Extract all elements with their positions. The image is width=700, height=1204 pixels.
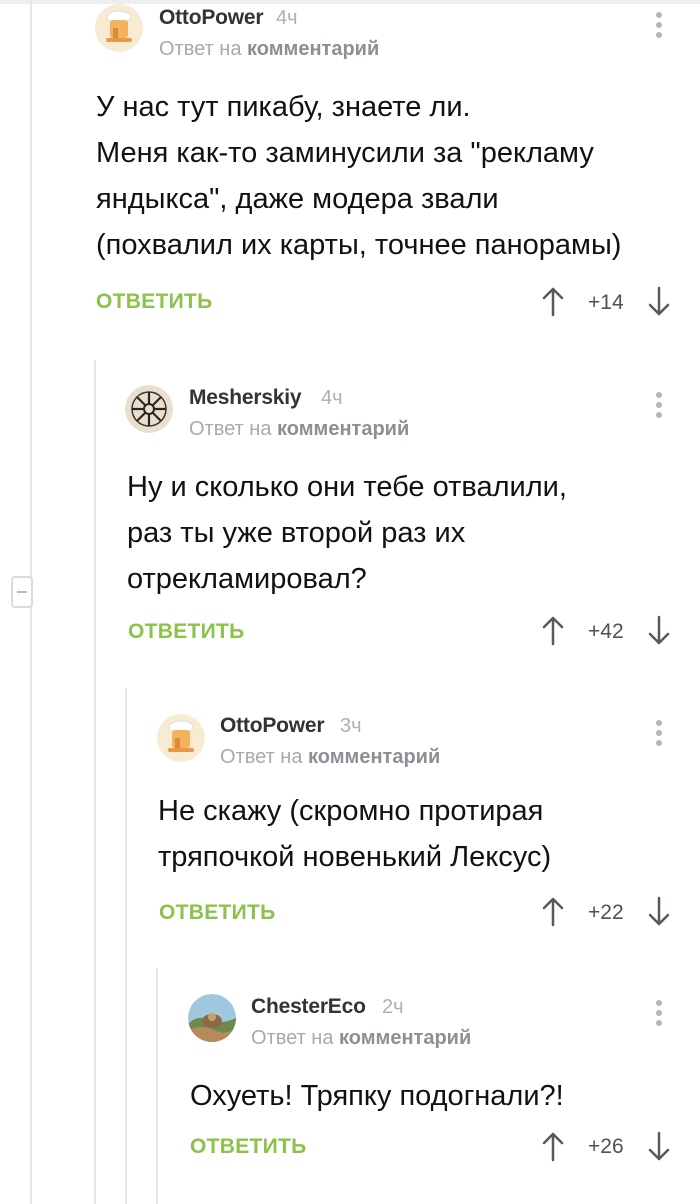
comment-text-line: раз ты уже второй раз их [127,517,466,549]
rune-symbol-avatar-icon[interactable] [125,385,173,433]
reply-to-prefix: Ответ на [159,38,242,60]
comment-text-line: Не скажу (скромно протирая [158,795,544,827]
downvote-arrow-icon[interactable] [647,286,671,318]
reply-to-link[interactable]: Ответ на комментарий [189,418,409,441]
upvote-arrow-icon[interactable] [541,285,565,317]
landscape-photo-avatar-icon[interactable] [188,994,236,1042]
comment-text-line: (похвалил их карты, точнее панорамы) [96,229,622,261]
comment-author[interactable]: ChesterEco [251,995,366,1019]
reply-to-target[interactable]: комментарий [247,38,379,60]
reply-button[interactable]: ОТВЕТИТЬ [159,901,276,925]
comment-text-line: отрекламировал? [127,563,367,595]
comment-text: Охуеть! Тряпку подогнали?! [190,1073,564,1119]
reply-button[interactable]: ОТВЕТИТЬ [96,290,213,314]
thread-line-level-2 [94,360,96,1204]
comment-text-line: тряпочкой новенький Лексус) [158,841,552,873]
comment-time: 2ч [382,996,404,1018]
comment-time: 3ч [340,715,362,737]
comment-score: +14 [588,291,624,314]
reply-to-target[interactable]: комментарий [308,746,440,768]
chef-hat-avatar-icon[interactable] [157,714,205,762]
comment-score: +42 [588,620,624,643]
reply-to-link[interactable]: Ответ на комментарий [159,38,379,61]
comment-time: 4ч [321,387,343,409]
more-options-icon[interactable] [654,720,664,750]
comment-text: У нас тут пикабу, знаете ли. Меня как-то… [96,84,621,268]
downvote-arrow-icon[interactable] [647,615,671,647]
reply-to-prefix: Ответ на [251,1027,334,1049]
reply-to-link[interactable]: Ответ на комментарий [251,1027,471,1050]
reply-to-link[interactable]: Ответ на комментарий [220,746,440,769]
comment-text-line: яндыкса", даже модера звали [96,183,499,215]
more-options-icon[interactable] [654,392,664,422]
reply-button[interactable]: ОТВЕТИТЬ [128,620,245,644]
comment-text-line: Ну и сколько они тебе отвалили, [127,471,567,503]
thread-line-level-3 [125,688,127,1204]
upvote-arrow-icon[interactable] [541,1130,565,1162]
chef-hat-avatar-icon[interactable] [95,4,143,52]
upvote-arrow-icon[interactable] [541,614,565,646]
comment-author[interactable]: Mesherskiy [189,386,302,410]
downvote-arrow-icon[interactable] [647,1131,671,1163]
comment-text-line: Охуеть! Тряпку подогнали?! [190,1080,564,1112]
comment-time: 4ч [276,7,298,29]
comment-text-line: У нас тут пикабу, знаете ли. [96,91,471,123]
comment-author[interactable]: OttoPower [220,714,325,738]
more-options-icon[interactable] [654,12,664,42]
comment-text-line: Меня как-то заминусили за "рекламу [96,137,594,169]
comment-score: +26 [588,1135,624,1158]
comment-text: Ну и сколько они тебе отвалили, раз ты у… [127,464,567,602]
comment-score: +22 [588,901,624,924]
minus-icon [17,591,27,593]
reply-button[interactable]: ОТВЕТИТЬ [190,1135,307,1159]
more-options-icon[interactable] [654,1000,664,1030]
downvote-arrow-icon[interactable] [647,896,671,928]
reply-to-target[interactable]: комментарий [339,1027,471,1049]
reply-to-prefix: Ответ на [220,746,303,768]
comment-text: Не скажу (скромно протирая тряпочкой нов… [158,788,551,880]
comment-author[interactable]: OttoPower [159,6,264,30]
collapse-thread-button[interactable] [11,576,33,608]
upvote-arrow-icon[interactable] [541,895,565,927]
reply-to-prefix: Ответ на [189,418,272,440]
top-divider [0,0,700,4]
reply-to-target[interactable]: комментарий [277,418,409,440]
thread-line-level-4 [156,968,158,1204]
